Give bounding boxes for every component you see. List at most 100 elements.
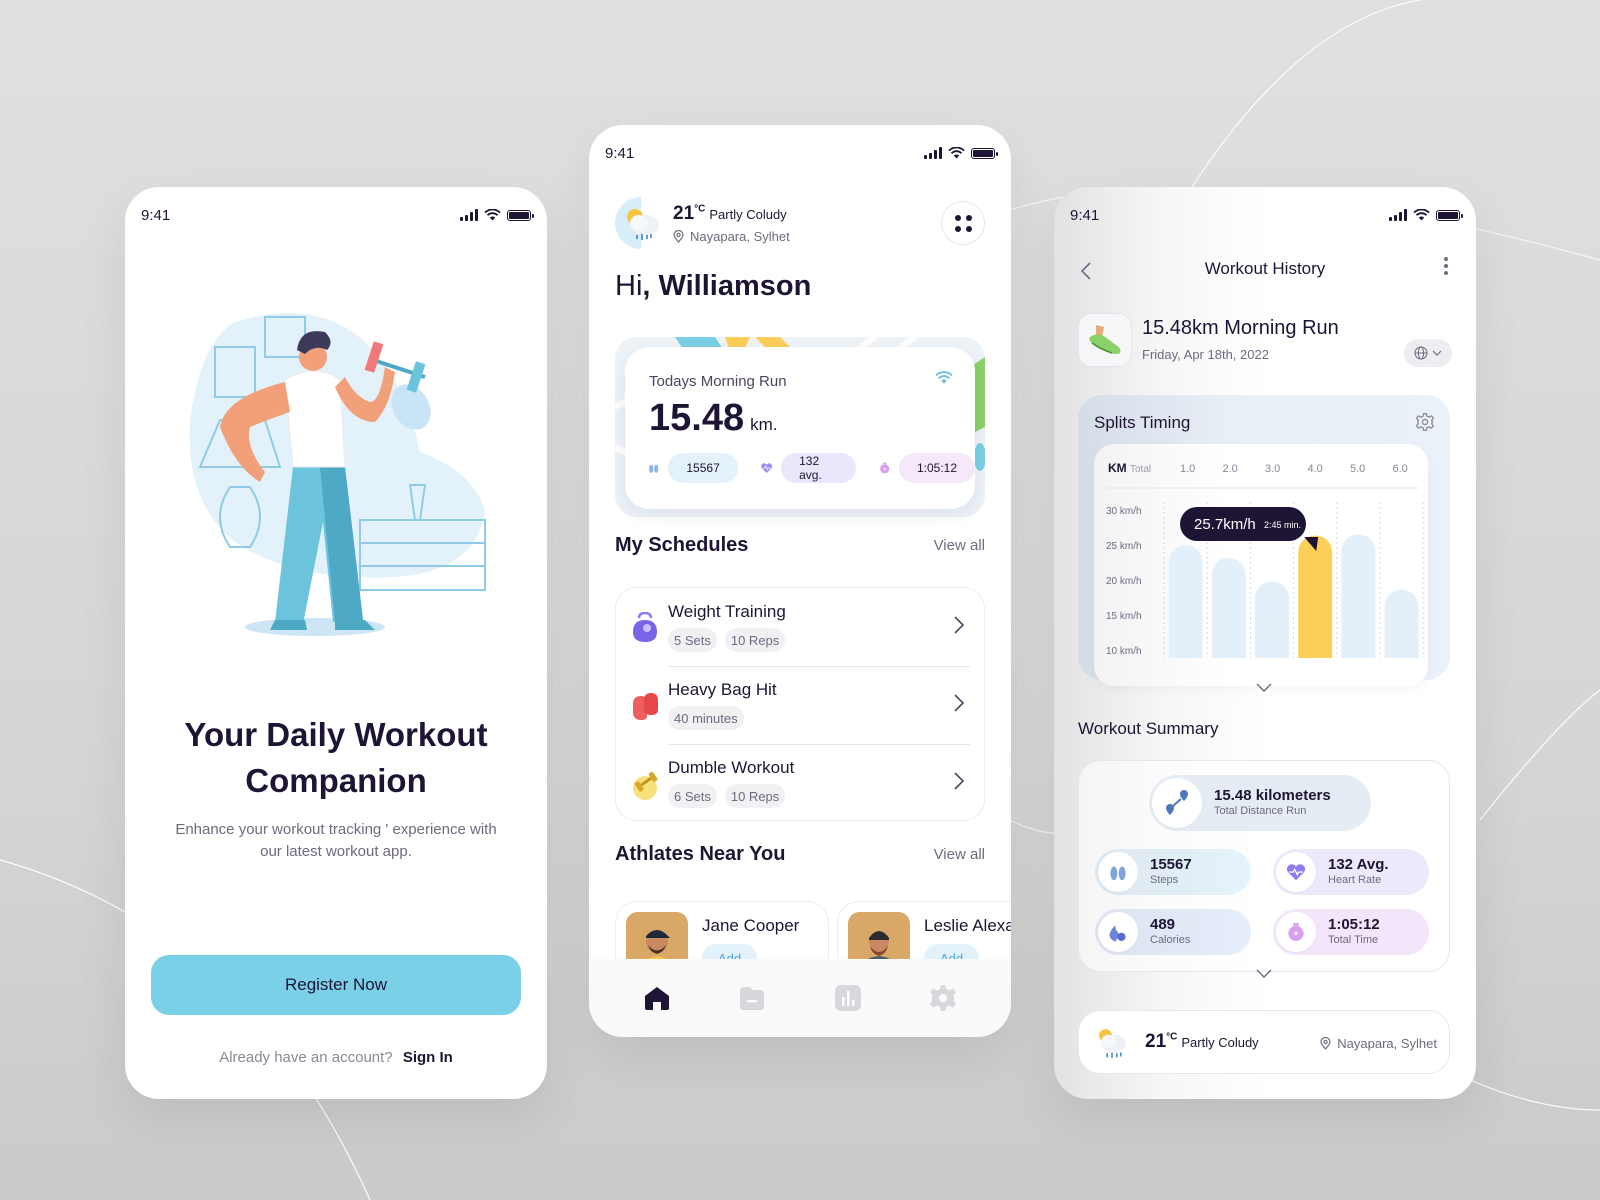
y-tick-label: 10 km/h xyxy=(1106,646,1142,657)
subtitle-line-2: our latest workout app. xyxy=(260,843,412,860)
tooltip-time: 2:45 min. xyxy=(1264,520,1301,530)
signin-row: Already have an account? Sign In xyxy=(125,1049,547,1066)
distance-label: Total Distance Run xyxy=(1214,805,1307,817)
y-tick-label: 20 km/h xyxy=(1106,576,1142,587)
chevron-down-icon xyxy=(1256,969,1272,978)
status-time: 9:41 xyxy=(141,206,171,224)
battery-icon xyxy=(971,147,998,159)
workout-illustration xyxy=(189,313,486,636)
gps-signal-icon xyxy=(935,371,953,384)
wifi-icon xyxy=(948,147,965,159)
tooltip-speed: 25.7km/h xyxy=(1194,516,1256,533)
greeting: Hi, Williamson xyxy=(615,270,811,303)
x-tick-label: 5.0 xyxy=(1350,463,1365,475)
schedules-list: Weight Training 5 Sets 10 Reps Heavy Bag … xyxy=(615,587,985,821)
location-pin-icon xyxy=(1320,1037,1331,1050)
expand-chart-button[interactable] xyxy=(1246,677,1282,697)
tab-settings[interactable] xyxy=(923,978,963,1018)
visibility-dropdown[interactable] xyxy=(1404,339,1452,367)
bar xyxy=(1168,545,1203,658)
expand-summary-button[interactable] xyxy=(1246,963,1282,983)
schedules-view-all-link[interactable]: View all xyxy=(934,537,985,554)
more-options-icon[interactable] xyxy=(1444,257,1448,275)
title-line-2: Companion xyxy=(245,762,427,799)
total-time-summary: 1:05:12 Total Time xyxy=(1273,909,1429,955)
signin-prompt: Already have an account? xyxy=(219,1049,393,1066)
run-distance-unit: km. xyxy=(750,415,778,434)
settings-gear-icon[interactable] xyxy=(1416,413,1434,431)
footprints-icon xyxy=(649,464,659,474)
folder-icon xyxy=(740,987,765,1010)
heart-rate-summary: 132 Avg. Heart Rate xyxy=(1273,849,1429,895)
steps-pill: 15567 xyxy=(668,453,738,483)
athletes-view-all-link[interactable]: View all xyxy=(934,846,985,863)
status-bar: 9:41 xyxy=(589,143,1011,163)
register-now-button[interactable]: Register Now xyxy=(151,955,521,1015)
sign-in-link[interactable]: Sign In xyxy=(403,1049,453,1066)
todays-run-card[interactable]: Todays Morning Run 15.48 km. 15567 132 av… xyxy=(625,347,976,509)
running-shoe-icon xyxy=(1078,313,1132,367)
x-tick-label: 4.0 xyxy=(1308,463,1323,475)
stopwatch-icon xyxy=(879,462,889,474)
chart-header-total: Total xyxy=(1130,464,1151,475)
bar xyxy=(1255,581,1289,658)
menu-grid-button[interactable] xyxy=(941,201,985,245)
x-tick-label: 3.0 xyxy=(1265,463,1280,475)
weather-card: 21°C Partly Coludy Nayapara, Sylhet xyxy=(1078,1010,1450,1074)
home-screen: 9:41 21°C Partly Coludy Nayapara, Sylhet … xyxy=(589,125,1011,1037)
x-tick-label: 2.0 xyxy=(1223,463,1238,475)
bar-highlighted xyxy=(1298,535,1333,658)
greeting-name: , Williamson xyxy=(642,270,812,302)
kettlebell-icon xyxy=(633,612,657,642)
stopwatch-icon xyxy=(1276,912,1316,952)
footprints-icon xyxy=(1098,852,1138,892)
schedule-tag: 5 Sets xyxy=(668,628,717,652)
heart-rate-label: Heart Rate xyxy=(1328,874,1382,886)
schedules-title: My Schedules xyxy=(615,534,749,556)
weather-cloud-rain-icon xyxy=(615,197,659,249)
heart-rate-icon xyxy=(1276,852,1316,892)
schedule-tag: 40 minutes xyxy=(668,706,744,730)
athlete-name: Leslie Alexander xyxy=(924,916,1011,935)
schedule-item-weight-training[interactable]: Weight Training 5 Sets 10 Reps xyxy=(616,588,984,666)
steps-label: Steps xyxy=(1150,874,1179,886)
tab-folder[interactable] xyxy=(732,978,772,1018)
battery-icon xyxy=(507,209,534,221)
temp-value: 21 xyxy=(673,202,695,224)
y-tick-label: 30 km/h xyxy=(1106,506,1142,517)
weather-widget: 21°C Partly Coludy Nayapara, Sylhet xyxy=(615,197,790,249)
schedule-item-dumble-workout[interactable]: Dumble Workout 6 Sets 10 Reps xyxy=(616,744,984,822)
signal-icon xyxy=(1389,209,1407,221)
schedule-name: Weight Training xyxy=(668,602,786,621)
weather-temp: 21°C Partly Coludy xyxy=(1145,1031,1259,1053)
splits-title: Splits Timing xyxy=(1094,413,1191,432)
run-card-label: Todays Morning Run xyxy=(649,373,787,390)
greeting-prefix: Hi xyxy=(615,270,643,302)
home-icon xyxy=(644,987,669,1010)
onboarding-screen: 9:41 Your Daily Workout Companion Enhanc… xyxy=(125,187,547,1099)
temp-value: 21 xyxy=(1145,1031,1167,1052)
onboarding-title: Your Daily Workout Companion xyxy=(125,712,547,804)
workout-summary-title: Workout Summary xyxy=(1078,719,1219,738)
run-distance-value: 15.48 xyxy=(649,397,745,439)
chevron-right-icon xyxy=(954,772,964,790)
steps-value: 15567 xyxy=(1150,856,1192,873)
bar xyxy=(1211,557,1246,658)
weather-temp: 21°C Partly Coludy xyxy=(673,203,790,225)
tab-stats[interactable] xyxy=(828,978,868,1018)
chart-header-km: KM xyxy=(1108,461,1127,475)
location-pin-icon xyxy=(673,229,684,243)
signal-icon xyxy=(460,209,478,221)
settings-gear-icon xyxy=(930,985,957,1011)
schedule-item-heavy-bag-hit[interactable]: Heavy Bag Hit 40 minutes xyxy=(616,666,984,744)
tab-home[interactable] xyxy=(637,978,677,1018)
heart-rate-pill: 132 avg. xyxy=(781,453,856,483)
weather-condition: Partly Coludy xyxy=(709,206,787,222)
stats-icon xyxy=(834,985,861,1011)
chevron-down-icon xyxy=(1256,683,1272,692)
heart-rate-value: 132 Avg. xyxy=(1328,856,1389,873)
weather-location: Nayapara, Sylhet xyxy=(690,228,790,244)
schedule-tag: 10 Reps xyxy=(724,784,786,808)
temp-unit: °C xyxy=(694,203,706,215)
splits-chart-card: KM Total 1.0 2.0 3.0 4.0 5.0 6.0 30 km/h 25 km/h 2… xyxy=(1094,444,1428,686)
